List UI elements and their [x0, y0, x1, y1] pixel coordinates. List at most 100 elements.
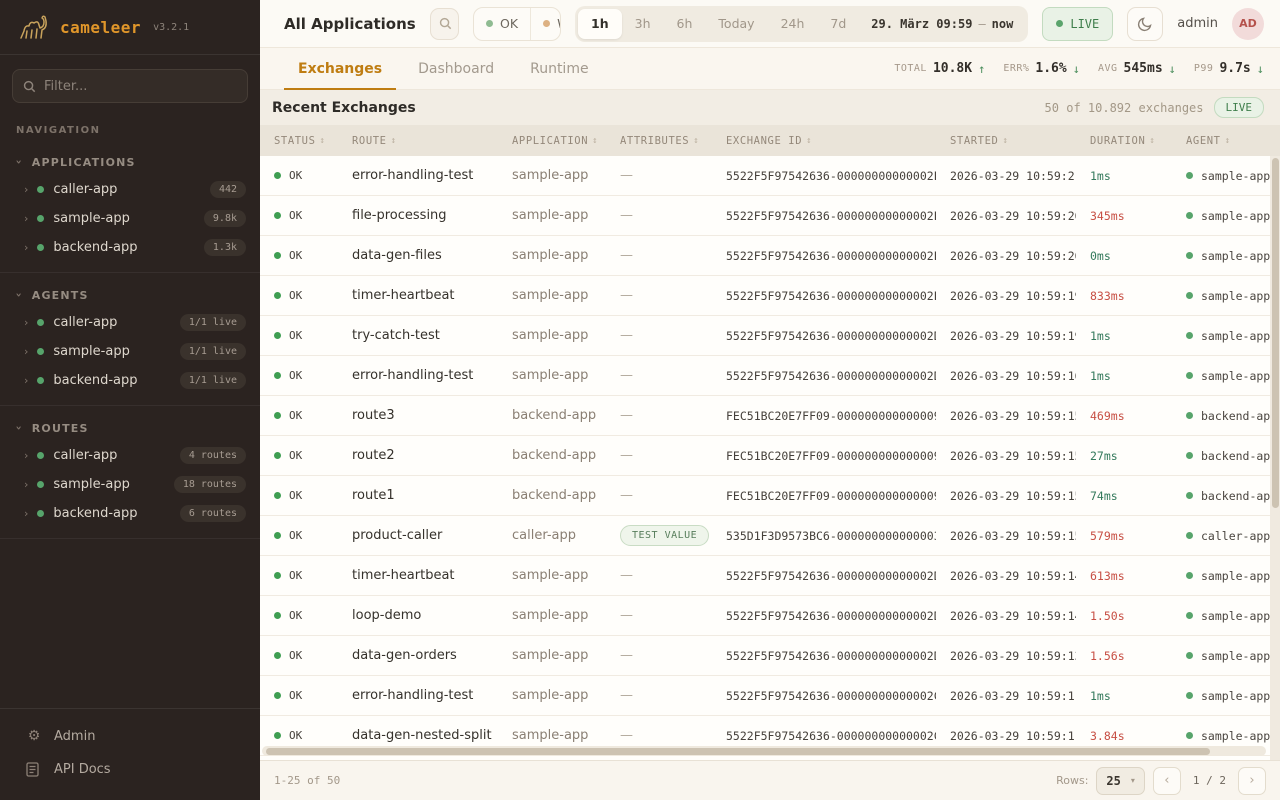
table-row[interactable]: OK loop-demo sample-app — 5522F5F9754263…: [260, 596, 1280, 636]
vertical-scrollbar[interactable]: [1270, 156, 1280, 760]
range-7d-button[interactable]: 7d: [817, 9, 859, 39]
sidebar-item-admin[interactable]: ⚙ Admin: [0, 719, 260, 753]
sidebar-item-agent[interactable]: › caller-app 1/1 live: [0, 308, 260, 337]
horizontal-scrollbar[interactable]: [262, 746, 1266, 756]
range-24h-button[interactable]: 24h: [768, 9, 818, 39]
application-cell: backend-app: [498, 448, 606, 463]
table-row[interactable]: OK error-handling-test sample-app — 5522…: [260, 356, 1280, 396]
started-cell: 2026-03-29 10:59:11: [936, 729, 1076, 743]
column-header-attributes[interactable]: ATTRIBUTES↕: [606, 135, 712, 147]
exchange-id-cell: 5522F5F97542636-00000000000002CC: [712, 729, 936, 743]
table-row[interactable]: OK timer-heartbeat sample-app — 5522F5F9…: [260, 276, 1280, 316]
sidebar-item-api-docs[interactable]: API Docs: [0, 753, 260, 786]
sidebar-item-badge: 4 routes: [180, 447, 246, 464]
agent-status-dot: [1186, 292, 1193, 299]
ok-status-dot: [274, 252, 281, 259]
column-header-route[interactable]: ROUTE↕: [338, 135, 498, 147]
range-today-button[interactable]: Today: [705, 9, 767, 39]
table-row[interactable]: OK file-processing sample-app — 5522F5F9…: [260, 196, 1280, 236]
range-1h-button[interactable]: 1h: [578, 9, 622, 39]
tab-exchanges[interactable]: Exchanges: [284, 48, 396, 89]
stat-value: 545ms: [1124, 61, 1163, 76]
route-cell: route2: [338, 448, 498, 463]
table-row[interactable]: OK route1 backend-app — FEC51BC20E7FF09-…: [260, 476, 1280, 516]
attributes-cell: —: [606, 328, 712, 343]
avatar[interactable]: AD: [1232, 8, 1264, 40]
sidebar-item-label: caller-app: [53, 315, 170, 330]
brand: cameleer v3.2.1: [0, 0, 260, 55]
table-row[interactable]: OK data-gen-files sample-app — 5522F5F97…: [260, 236, 1280, 276]
sidebar-filter[interactable]: [12, 69, 248, 103]
exchange-id-cell: 5522F5F97542636-00000000000002D8: [712, 609, 936, 623]
stat-value: 9.7s: [1219, 61, 1250, 76]
camel-logo-icon: [16, 11, 50, 43]
table-row[interactable]: OK error-handling-test sample-app — 5522…: [260, 156, 1280, 196]
global-search[interactable]: Se... Ctrl+K: [430, 8, 459, 40]
app-root: cameleer v3.2.1 NAVIGATION › APPLICATION…: [0, 0, 1280, 800]
section-header-routes[interactable]: › ROUTES: [0, 414, 260, 441]
sidebar-item-application[interactable]: › caller-app 442: [0, 175, 260, 204]
ok-dot: [486, 20, 493, 27]
range-6h-button[interactable]: 6h: [664, 9, 706, 39]
section-header-agents[interactable]: › AGENTS: [0, 281, 260, 308]
agent-cell: backend-app-: [1172, 409, 1280, 423]
exchange-id-cell: 5522F5F97542636-00000000000002CE: [712, 689, 936, 703]
chevron-right-icon: ›: [24, 479, 28, 490]
filter-warning-button[interactable]: Wa: [530, 8, 561, 40]
table-row[interactable]: OK timer-heartbeat sample-app — 5522F5F9…: [260, 556, 1280, 596]
theme-toggle-button[interactable]: [1127, 7, 1163, 41]
duration-cell: 1ms: [1076, 169, 1172, 183]
prev-page-button[interactable]: ‹: [1153, 767, 1181, 795]
attributes-cell: —: [606, 648, 712, 663]
column-header-exchange-id[interactable]: EXCHANGE ID↕: [712, 135, 936, 147]
started-cell: 2026-03-29 10:59:16: [936, 369, 1076, 383]
sidebar-item-route[interactable]: › backend-app 6 routes: [0, 499, 260, 528]
api-docs-label: API Docs: [54, 762, 111, 777]
column-header-application[interactable]: APPLICATION↕: [498, 135, 606, 147]
section-header-applications[interactable]: › APPLICATIONS: [0, 148, 260, 175]
live-toggle-button[interactable]: LIVE: [1042, 7, 1113, 41]
status-cell: OK: [260, 249, 338, 262]
column-header-agent[interactable]: AGENT↕: [1172, 135, 1280, 147]
sidebar-item-application[interactable]: › backend-app 1.3k: [0, 233, 260, 262]
document-icon: [26, 762, 42, 777]
date-range-display[interactable]: 29. März 09:59—now: [859, 17, 1025, 31]
table-row[interactable]: OK product-caller caller-app TEST VALUE …: [260, 516, 1280, 556]
tab-dashboard[interactable]: Dashboard: [404, 48, 508, 89]
live-badge: LIVE: [1214, 97, 1265, 118]
tab-runtime[interactable]: Runtime: [516, 48, 602, 89]
next-page-button[interactable]: ›: [1238, 767, 1266, 795]
table-row[interactable]: OK route2 backend-app — FEC51BC20E7FF09-…: [260, 436, 1280, 476]
route-cell: route1: [338, 488, 498, 503]
table-row[interactable]: OK try-catch-test sample-app — 5522F5F97…: [260, 316, 1280, 356]
sidebar-item-application[interactable]: › sample-app 9.8k: [0, 204, 260, 233]
agent-cell: sample-app-1: [1172, 649, 1280, 663]
agent-cell: caller-app-1: [1172, 529, 1280, 543]
sidebar-item-agent[interactable]: › sample-app 1/1 live: [0, 337, 260, 366]
table-row[interactable]: OK data-gen-orders sample-app — 5522F5F9…: [260, 636, 1280, 676]
rows-per-page-select[interactable]: 25 ▾: [1096, 767, 1144, 795]
column-header-started[interactable]: STARTED↕: [936, 135, 1076, 147]
sidebar-item-badge: 442: [210, 181, 246, 198]
started-cell: 2026-03-29 10:59:20: [936, 209, 1076, 223]
application-cell: sample-app: [498, 328, 606, 343]
exchange-id-cell: 5522F5F97542636-00000000000002E1: [712, 249, 936, 263]
table-row[interactable]: OK error-handling-test sample-app — 5522…: [260, 676, 1280, 716]
chevron-right-icon: ›: [24, 184, 28, 195]
sidebar-item-agent[interactable]: › backend-app 1/1 live: [0, 366, 260, 395]
filter-ok-button[interactable]: OK: [474, 8, 530, 40]
sidebar-item-route[interactable]: › caller-app 4 routes: [0, 441, 260, 470]
vertical-scrollbar-thumb[interactable]: [1272, 158, 1279, 508]
sidebar-item-route[interactable]: › sample-app 18 routes: [0, 470, 260, 499]
filter-input[interactable]: [44, 79, 237, 94]
column-header-status[interactable]: STATUS↕: [260, 135, 338, 147]
range-end: now: [992, 17, 1014, 31]
stats-row: TOTAL 10.8K ↑ ERR% 1.6% ↓ AVG 545ms ↓ P9…: [894, 48, 1264, 89]
agent-status-dot: [1186, 452, 1193, 459]
ok-status-dot: [274, 372, 281, 379]
table-row[interactable]: OK route3 backend-app — FEC51BC20E7FF09-…: [260, 396, 1280, 436]
column-header-duration[interactable]: DURATION↕: [1076, 135, 1172, 147]
horizontal-scrollbar-thumb[interactable]: [266, 748, 1210, 755]
range-3h-button[interactable]: 3h: [622, 9, 664, 39]
sidebar-section-routes: › ROUTES › caller-app 4 routes › sample-…: [0, 406, 260, 539]
